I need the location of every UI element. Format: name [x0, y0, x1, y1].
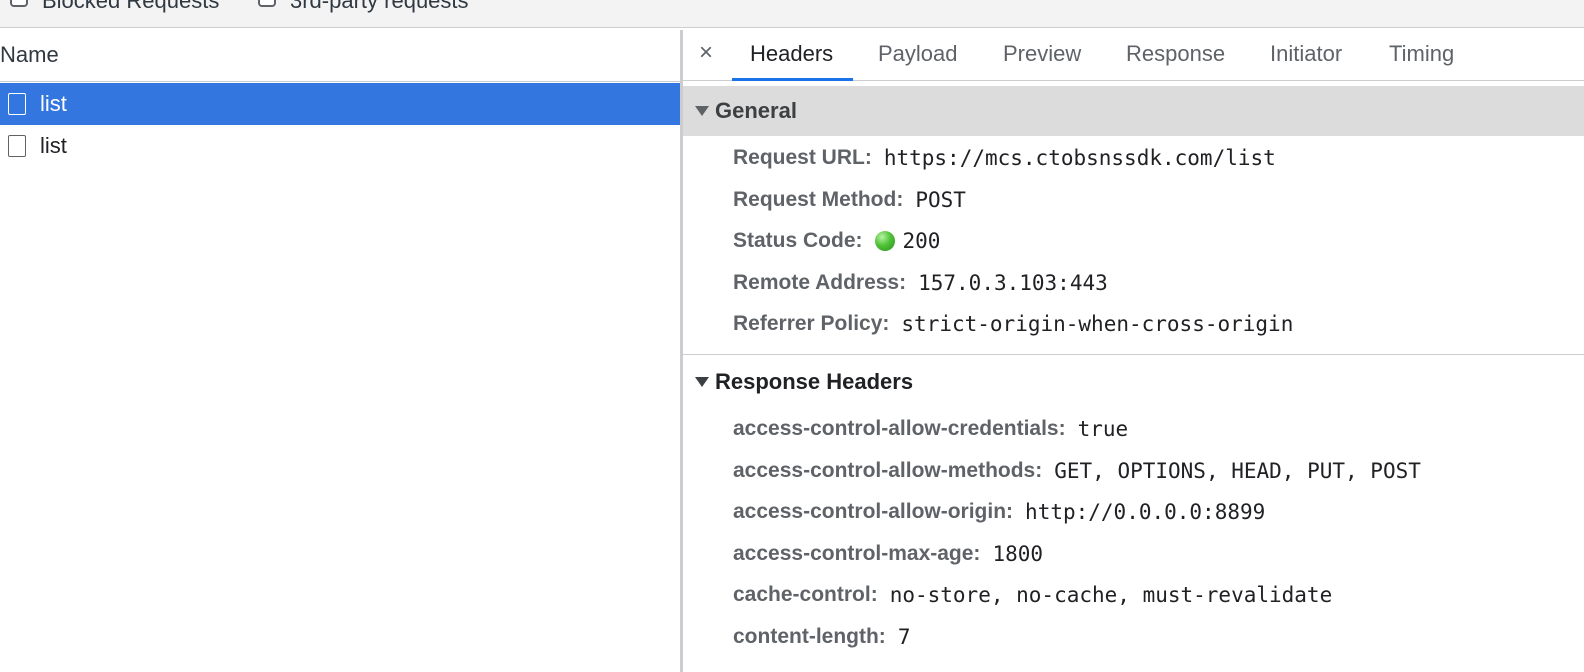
tab-response[interactable]: Response	[1126, 30, 1225, 80]
header-value: 7	[897, 625, 911, 649]
header-key: Request Method:	[733, 188, 904, 211]
tab-timing[interactable]: Timing	[1389, 30, 1454, 80]
tab-preview[interactable]: Preview	[1003, 30, 1081, 80]
header-value: 157.0.3.103:443	[918, 271, 1108, 295]
header-key: access-control-allow-methods:	[733, 459, 1043, 482]
header-row-referrer-policy: Referrer Policy: strict-origin-when-cros…	[733, 309, 1293, 339]
third-party-label: 3rd-party requests	[290, 0, 469, 13]
filter-bar: Blocked Requests 3rd-party requests	[0, 0, 1584, 28]
header-row-status-code: Status Code: 200	[733, 226, 940, 256]
name-column-label: Name	[0, 42, 59, 67]
header-value: GET, OPTIONS, HEAD, PUT, POST	[1054, 459, 1421, 483]
name-column-header[interactable]: Name	[0, 30, 680, 82]
header-row-remote-address: Remote Address: 157.0.3.103:443	[733, 268, 1108, 298]
response-headers-section-title: Response Headers	[715, 369, 914, 394]
header-key: cache-control:	[733, 583, 878, 606]
header-value: POST	[915, 188, 966, 212]
document-icon	[8, 93, 26, 115]
request-row[interactable]: list	[0, 125, 680, 167]
request-details-panel: × Headers Payload Preview Response Initi…	[683, 30, 1584, 672]
request-row[interactable]: list	[0, 83, 680, 125]
tab-initiator[interactable]: Initiator	[1270, 30, 1342, 80]
header-value: 1800	[992, 542, 1044, 566]
header-key: access-control-max-age:	[733, 542, 981, 565]
request-name: list	[40, 91, 67, 116]
header-key: Status Code:	[733, 229, 863, 252]
header-row: access-control-allow-methods: GET, OPTIO…	[733, 456, 1421, 486]
header-row: content-length: 7	[733, 622, 910, 652]
triangle-down-icon	[695, 377, 709, 387]
header-key: Referrer Policy:	[733, 312, 890, 335]
request-list: Name list list	[0, 30, 680, 672]
response-headers-section-header[interactable]: Response Headers	[683, 357, 1584, 407]
header-value: http://0.0.0.0:8899	[1025, 500, 1266, 524]
triangle-down-icon	[695, 106, 709, 116]
header-key: access-control-allow-credentials:	[733, 417, 1066, 440]
header-row: access-control-allow-credentials: true	[733, 414, 1128, 444]
header-key: Remote Address:	[733, 271, 907, 294]
header-value: 200	[902, 229, 941, 253]
general-section-title: General	[715, 98, 797, 123]
third-party-checkbox[interactable]	[258, 0, 276, 7]
header-row: cache-control: no-store, no-cache, must-…	[733, 580, 1332, 610]
header-value: https://mcs.ctobsnssdk.com/list	[883, 146, 1276, 170]
header-value: strict-origin-when-cross-origin	[901, 312, 1294, 336]
header-row-request-url: Request URL: https://mcs.ctobsnssdk.com/…	[733, 143, 1276, 173]
status-ok-icon	[874, 231, 895, 251]
general-section-header[interactable]: General	[683, 86, 1584, 136]
header-key: content-length:	[733, 625, 886, 648]
header-value: no-store, no-cache, must-revalidate	[889, 583, 1333, 607]
document-icon	[8, 135, 26, 157]
blocked-requests-label: Blocked Requests	[42, 0, 220, 13]
header-row-request-method: Request Method: POST	[733, 185, 966, 215]
blocked-requests-checkbox[interactable]	[10, 0, 28, 7]
details-tab-bar: × Headers Payload Preview Response Initi…	[683, 30, 1584, 81]
third-party-filter[interactable]: 3rd-party requests	[258, 0, 469, 16]
header-value: true	[1077, 417, 1129, 441]
section-divider	[683, 354, 1584, 355]
header-row: access-control-max-age: 1800	[733, 539, 1043, 569]
tab-payload[interactable]: Payload	[878, 30, 958, 80]
header-key: Request URL:	[733, 146, 872, 169]
header-key: access-control-allow-origin:	[733, 500, 1014, 523]
request-name: list	[40, 133, 67, 158]
tab-headers[interactable]: Headers	[731, 30, 854, 81]
close-icon[interactable]: ×	[699, 40, 713, 66]
header-row: access-control-allow-origin: http://0.0.…	[733, 497, 1265, 527]
blocked-requests-filter[interactable]: Blocked Requests	[10, 0, 219, 16]
